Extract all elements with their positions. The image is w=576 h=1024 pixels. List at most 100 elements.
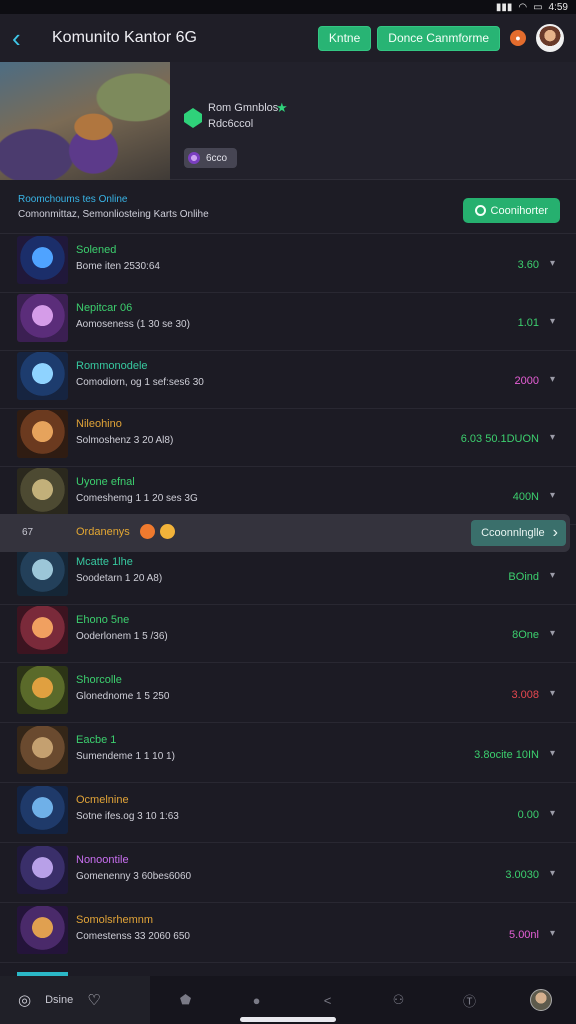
battery-icon: ▭ <box>533 1 543 13</box>
chevron-down-icon[interactable]: ▾ <box>550 808 555 819</box>
chevron-down-icon[interactable]: ▾ <box>550 316 555 327</box>
section-subtitle: Comonmittaz, Semonliosteing Karts Onlihe <box>18 209 209 220</box>
player-subtitle: Comestenss 33 2060 650 <box>76 931 190 942</box>
player-value: 3.60 <box>517 259 539 271</box>
list-item[interactable]: Nepitcar 06 Aomoseness (1 30 se 30) 1.01 ▾ <box>0 292 576 351</box>
chevron-down-icon[interactable]: ▾ <box>550 748 555 759</box>
player-name: Uyone efnal <box>76 476 135 488</box>
connect-button[interactable]: Coonihorter <box>462 198 560 223</box>
list-item[interactable]: Eacbe 1 Sumendeme 1 1 10 1) 3.8ocite 10IN ▾ <box>0 724 576 783</box>
chevron-down-icon[interactable]: ▾ <box>550 628 555 639</box>
notification-icon[interactable]: ● <box>510 30 526 46</box>
section-title: Roomchoums tes Online <box>18 194 128 205</box>
player-name: Mcatte 1lhe <box>76 556 133 568</box>
profile-avatar[interactable] <box>536 24 564 52</box>
bottom-nav-profile[interactable] <box>505 989 576 1011</box>
player-subtitle: Comodiorn, og 1 sef:ses6 30 <box>76 377 204 388</box>
player-value: 0.00 <box>517 809 539 821</box>
player-name: Nepitcar 06 <box>76 302 133 314</box>
hero-subtitle: Rdc6ccol <box>208 118 254 130</box>
hero-name: Rom Gmnblos <box>208 102 279 114</box>
player-subtitle: Soodetarn 1 20 A8) <box>76 573 163 584</box>
chevron-down-icon[interactable]: ▾ <box>550 258 555 269</box>
chevron-down-icon[interactable]: ▾ <box>550 490 555 501</box>
home-icon: ◎ <box>18 992 32 1009</box>
hero-chip-label: 6cco <box>206 152 228 164</box>
player-value: 2000 <box>514 375 539 387</box>
player-avatar <box>17 294 68 342</box>
shield-icon[interactable]: ⬟ <box>150 992 221 1008</box>
player-name: Nonoontile <box>76 854 129 866</box>
player-name: Shorcolle <box>76 674 122 686</box>
player-name: Rommonodele <box>76 360 148 372</box>
list-item[interactable]: Solened Bome iten 2530:64 3.60 ▾ <box>0 234 576 293</box>
player-name: Solened <box>76 244 117 256</box>
player-value: 5.00nl <box>509 929 539 941</box>
signal-icon: ▮▮▮ <box>495 1 513 13</box>
player-name: Nileohino <box>76 418 122 430</box>
banner-count: 67 <box>22 527 34 538</box>
player-subtitle: Gomenenny 3 60bes6060 <box>76 871 192 882</box>
player-avatar <box>17 410 68 458</box>
player-value: 400N <box>512 491 539 503</box>
player-value: 3.008 <box>511 689 539 701</box>
header-button-secondary[interactable]: Donce Canmforme <box>377 25 500 51</box>
chevron-down-icon[interactable]: ▾ <box>550 688 555 699</box>
player-avatar <box>17 786 68 834</box>
player-value: 3.0030 <box>505 869 539 881</box>
list-item[interactable]: Ocmelnine Sotne ifes.og 3 10 1:63 0.00 ▾ <box>0 784 576 843</box>
player-subtitle: Glonednome 1 5 250 <box>76 691 170 702</box>
hero-chip[interactable]: 6cco <box>184 148 237 168</box>
promo-banner[interactable]: 67 Ordanenys Ccoonnlnglle › <box>0 514 570 552</box>
wifi-icon: ◠ <box>518 1 528 13</box>
player-subtitle: Ooderlonem 1 5 /36) <box>76 631 168 642</box>
player-avatar <box>17 236 68 284</box>
chat-icon <box>474 205 486 216</box>
hero-artwork <box>0 62 170 180</box>
banner-button[interactable]: Ccoonnlnglle › <box>471 520 566 546</box>
bottom-nav-home-label: Dsine <box>45 994 74 1006</box>
player-value: 3.8ocite 10IN <box>474 749 539 761</box>
player-avatar <box>17 468 68 516</box>
gem-icon <box>184 108 202 128</box>
back-arrow-icon[interactable]: ‹ <box>12 25 44 51</box>
list-item[interactable]: Ehono 5ne Ooderlonem 1 5 /36) 8One ▾ <box>0 604 576 663</box>
player-avatar <box>17 906 68 954</box>
profile-avatar <box>529 989 552 1011</box>
heart-icon[interactable]: ♡ <box>87 991 100 1009</box>
player-avatar <box>17 352 68 400</box>
header-button-primary[interactable]: Kntne <box>317 25 372 51</box>
circle-icon[interactable]: ● <box>221 993 292 1008</box>
list-item[interactable]: Shorcolle Glonednome 1 5 250 3.008 ▾ <box>0 664 576 723</box>
featured-card: Rom Gmnblos ★ Rdc6ccol 6cco <box>0 62 576 180</box>
player-name: Somolsrhemnm <box>76 914 154 926</box>
banner-button-label: Ccoonnlnglle <box>481 527 545 539</box>
list-item[interactable]: Rommonodele Comodiorn, og 1 sef:ses6 30 20… <box>0 350 576 409</box>
chevron-down-icon[interactable]: ▾ <box>550 928 555 939</box>
list-item[interactable]: Nonoontile Gomenenny 3 60bes6060 3.0030 ▾ <box>0 844 576 903</box>
bottom-nav-home[interactable]: ◎ Dsine ♡ <box>0 976 150 1024</box>
star-icon: ★ <box>276 100 288 115</box>
home-indicator <box>240 1017 336 1022</box>
list-item[interactable]: Mcatte 1lhe Soodetarn 1 20 A8) BOind ▾ <box>0 546 576 605</box>
player-avatar <box>17 846 68 894</box>
chevron-down-icon[interactable]: ▾ <box>550 374 555 385</box>
player-value: 1.01 <box>517 317 539 329</box>
player-avatar <box>17 726 68 774</box>
player-avatar <box>17 666 68 714</box>
player-subtitle: Aomoseness (1 30 se 30) <box>76 319 190 330</box>
group-icon[interactable]: ⚇ <box>363 992 434 1008</box>
orb-icon <box>188 152 200 164</box>
chevron-down-icon[interactable]: ▾ <box>550 570 555 581</box>
player-value: 6.03 50.1DUON <box>460 433 539 445</box>
player-name: Ehono 5ne <box>76 614 130 626</box>
chevron-down-icon[interactable]: ▾ <box>550 868 555 879</box>
banner-text: Ordanenys <box>76 526 130 538</box>
player-subtitle: Solmoshenz 3 20 Al8) <box>76 435 174 446</box>
text-icon[interactable]: Ⓣ <box>434 991 505 1010</box>
share-icon[interactable]: < <box>292 993 363 1008</box>
list-item[interactable]: Nileohino Solmoshenz 3 20 Al8) 6.03 50.1DU… <box>0 408 576 467</box>
chevron-down-icon[interactable]: ▾ <box>550 432 555 443</box>
list-item[interactable]: Somolsrhemnm Comestenss 33 2060 650 5.00nl… <box>0 904 576 963</box>
player-subtitle: Comeshemg 1 1 20 ses 3G <box>76 493 198 504</box>
